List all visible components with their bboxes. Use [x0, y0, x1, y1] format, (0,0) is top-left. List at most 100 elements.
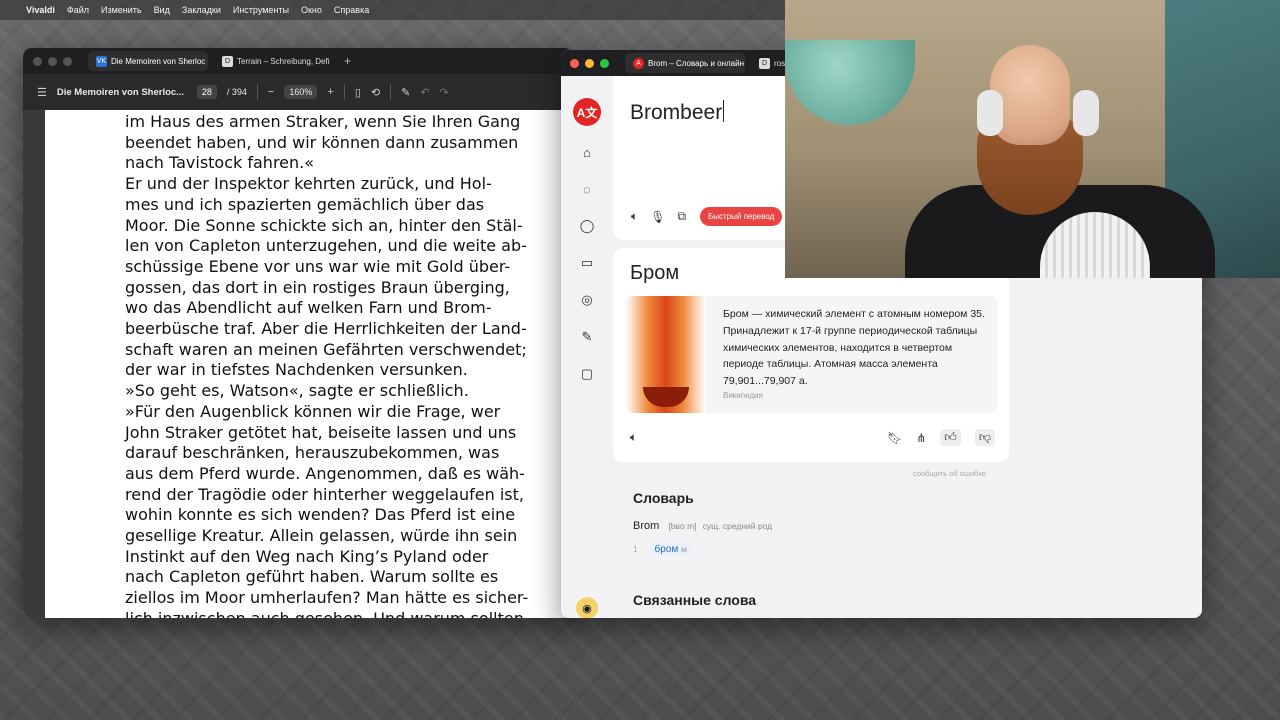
search-input[interactable]: Brombeer — [630, 100, 725, 125]
copy-icon[interactable]: ⧉ — [677, 209, 686, 224]
dictionary-entry: Brom [bʁoːm] сущ. средний род — [633, 520, 772, 532]
vk-favicon-icon: VK — [96, 55, 107, 67]
pdf-toolbar: ☰ Die Memoiren von Sherloc... 28 / 394 −… — [23, 74, 573, 110]
yandex-translate-logo[interactable]: A文 — [573, 98, 601, 126]
wiki-source[interactable]: Википедия — [723, 391, 763, 400]
redo-icon[interactable]: ↷ — [440, 86, 449, 99]
page-number-input[interactable]: 28 — [196, 85, 217, 99]
bookmark-icon[interactable]: ▢ — [579, 366, 595, 382]
webcam-lamp — [785, 40, 915, 125]
vivaldi-window: VK Die Memoiren von Sherloc D Terrain – … — [23, 48, 573, 618]
pdf-text-line: darauf beschränken, herauszubekommen, wa… — [125, 443, 500, 463]
input-value: Brombeer — [630, 101, 723, 124]
speaker-icon[interactable]: 🔈︎ — [630, 430, 637, 445]
pdf-text-line: nach Capleton geführt haben. Warum sollt… — [125, 567, 499, 587]
d-favicon-icon: D — [759, 57, 770, 69]
pdf-text-line: gossen, das dort in ein rostiges Braun ü… — [125, 277, 510, 297]
sidebar-nav: ⌂ ◌ ◯ ▭ ◎ ✎ ▢ — [579, 144, 595, 382]
pdf-text-line: »Für den Augenblick können wir die Frage… — [125, 401, 501, 421]
page-total: / 394 — [226, 87, 247, 97]
pdf-text-line: wo das Abendlicht auf welken Farn und Br… — [125, 298, 492, 318]
webcam-overlay — [785, 0, 1280, 278]
menu-window[interactable]: Окно — [301, 5, 322, 15]
tab-label: Terrain – Schreibung, Defi — [237, 56, 330, 66]
share-icon[interactable]: ⋔ — [916, 431, 926, 445]
undo-icon[interactable]: ↶ — [420, 86, 429, 99]
pdf-text-line: rend der Tragödie oder hinterher weggela… — [125, 484, 524, 504]
pdf-page: im Haus des armen Straker, wenn Sie Ihre… — [45, 110, 573, 618]
dictionary-heading: Словарь — [633, 490, 694, 506]
entry-transcription: [bʁoːm] — [668, 521, 697, 531]
close-button[interactable] — [570, 58, 579, 68]
home-icon[interactable]: ⌂ — [579, 144, 595, 160]
pdf-text-line: beendet haben, und wir können dann zusam… — [125, 132, 519, 152]
fit-page-icon[interactable]: ▯ — [355, 86, 361, 99]
divider — [390, 84, 392, 100]
menu-edit[interactable]: Изменить — [101, 5, 142, 15]
chat-icon[interactable]: ◌ — [579, 181, 595, 197]
pdf-viewport[interactable]: im Haus des armen Straker, wenn Sie Ihre… — [23, 110, 573, 618]
pdf-text-line: wohin konnte es sich wenden? Das Pferd i… — [125, 505, 516, 525]
thumbs-up-icon[interactable]: 👍︎ — [940, 429, 961, 446]
tab-bar: VK Die Memoiren von Sherloc D Terrain – … — [23, 48, 573, 74]
webcam-headphone — [977, 90, 1003, 136]
yandex-translate-favicon-icon: A — [633, 57, 644, 69]
divider — [343, 84, 345, 100]
fast-translate-button[interactable]: Быстрый перевод — [700, 207, 783, 226]
menu-help[interactable]: Справка — [334, 5, 369, 15]
thumbs-down-icon[interactable]: 👎︎ — [974, 429, 995, 446]
tab-label: Brom – Словарь и онлайн — [648, 58, 745, 68]
entry-word: Brom — [633, 520, 660, 532]
pdf-text-line: Instinkt auf den Weg nach King’s Pyland … — [125, 546, 489, 566]
wiki-text: Бром — химический элемент с атомным номе… — [723, 308, 985, 388]
zoom-out-icon[interactable]: − — [268, 86, 274, 98]
pdf-text-line: schüssige Ebene vor uns war wie mit Gold… — [125, 256, 511, 276]
annotate-icon[interactable]: ✎ — [401, 86, 410, 99]
menu-tools[interactable]: Инструменты — [233, 5, 289, 15]
pdf-text-line: im Haus des armen Straker, wenn Sie Ihre… — [125, 112, 521, 131]
pdf-text-line: Moor. Die Sonne schickte sich an, hinter… — [125, 215, 523, 235]
menu-icon[interactable]: ☰ — [37, 86, 47, 99]
zoom-button[interactable] — [600, 58, 609, 68]
window-controls — [33, 56, 72, 66]
bookmark-icon[interactable]: 🔖︎ — [887, 431, 902, 445]
pencil-icon[interactable]: ✎ — [579, 329, 595, 345]
d-favicon-icon: D — [222, 55, 233, 67]
entry-grammar: сущ. средний род — [702, 521, 773, 531]
sense-number: 1 — [633, 544, 638, 554]
microphone-icon[interactable]: 🎙︎ — [650, 210, 665, 224]
lightbulb-icon[interactable]: ◯ — [579, 218, 595, 234]
menu-view[interactable]: Вид — [154, 5, 170, 15]
pdf-text-line: mes und ich spazierten gemächlich über d… — [125, 194, 485, 214]
zoom-button[interactable] — [63, 56, 72, 66]
minimize-button[interactable] — [585, 58, 594, 68]
pdf-text-line: John Straker getötet hat, beiseite lasse… — [125, 422, 517, 442]
camera-icon[interactable]: ◎ — [579, 292, 595, 308]
zoom-level[interactable]: 160% — [284, 85, 318, 99]
close-button[interactable] — [33, 56, 42, 66]
message-icon[interactable]: ▭ — [579, 255, 595, 271]
speaker-icon[interactable]: 🔈︎ — [631, 209, 638, 224]
related-words-heading: Связанные слова — [633, 592, 757, 608]
wiki-card[interactable]: Бром — химический элемент с атомным номе… — [625, 296, 998, 413]
tab-terrain[interactable]: D Terrain – Schreibung, Defi — [214, 51, 334, 71]
tab-memoiren[interactable]: VK Die Memoiren von Sherloc — [88, 51, 208, 71]
tab-brom[interactable]: A Brom – Словарь и онлайн — [625, 53, 745, 73]
sense-translation-link[interactable]: бром м — [650, 543, 691, 556]
pdf-text-line: beerbüsche traf. Aber die Herrlichkeiten… — [125, 319, 527, 339]
assistant-bot-icon[interactable]: ◉ — [576, 597, 598, 618]
report-error-link[interactable]: сообщить об ошибке — [913, 469, 986, 478]
menu-file[interactable]: Файл — [67, 5, 89, 15]
menu-bookmarks[interactable]: Закладки — [182, 5, 221, 15]
minimize-button[interactable] — [48, 56, 57, 66]
divider — [256, 84, 258, 100]
sense-translation: бром — [654, 544, 679, 555]
rotate-icon[interactable]: ⟲ — [371, 86, 380, 99]
webcam-person-head — [990, 45, 1070, 145]
pdf-text-line: nach Tavistock fahren.« — [125, 153, 315, 173]
dictionary-sense: 1 бром м — [633, 543, 691, 556]
zoom-in-icon[interactable]: + — [327, 86, 333, 98]
menu-vivaldi[interactable]: Vivaldi — [26, 5, 55, 15]
webcam-headphone — [1073, 90, 1099, 136]
new-tab-icon[interactable]: + — [344, 54, 351, 68]
